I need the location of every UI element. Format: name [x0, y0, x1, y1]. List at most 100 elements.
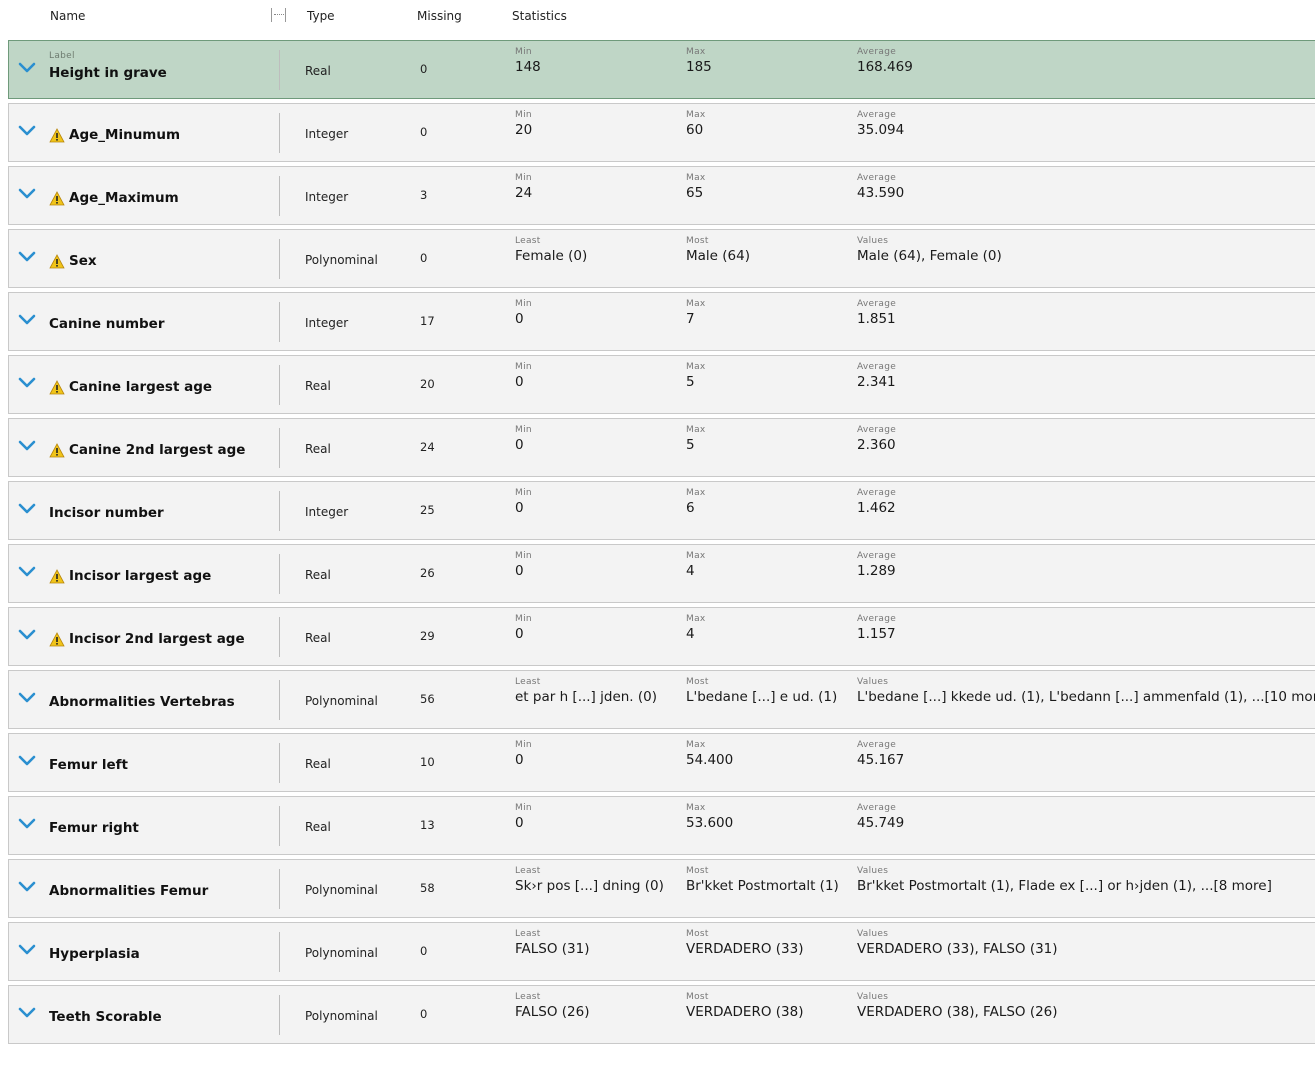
chevron-down-icon[interactable]	[18, 629, 36, 643]
divider	[279, 554, 280, 594]
chevron-down-icon[interactable]	[18, 503, 36, 517]
chevron-down-icon[interactable]	[18, 818, 36, 832]
chevron-down-icon[interactable]	[18, 881, 36, 895]
divider	[279, 743, 280, 783]
attribute-row[interactable]: Canine number Integer 17 Min 0 Max 7 Average 1.8…	[8, 292, 1315, 351]
statistic-label: Values	[857, 236, 889, 246]
attribute-type: Integer	[305, 316, 349, 330]
chevron-down-icon[interactable]	[18, 62, 36, 76]
statistic: Min 0	[515, 425, 532, 453]
attribute-row[interactable]: Incisor 2nd largest age Real 29 Min 0 Max 4 Ave…	[8, 607, 1315, 666]
missing-count: 17	[420, 314, 435, 328]
attribute-type: Real	[305, 442, 331, 456]
statistic-value: 45.167	[857, 752, 905, 768]
statistic-label: Values	[857, 929, 889, 939]
chevron-down-icon[interactable]	[18, 251, 36, 265]
statistic: Min 148	[515, 47, 541, 75]
attribute-row[interactable]: Femur left Real 10 Min 0 Max 54.400 Average 45.1…	[8, 733, 1315, 792]
statistic: Max 4	[686, 551, 706, 579]
attribute-name: Abnormalities Vertebras	[49, 694, 235, 710]
divider	[279, 617, 280, 657]
statistic-label: Max	[686, 362, 706, 372]
statistic-value: 0	[515, 500, 524, 516]
attribute-row[interactable]: Sex Polynominal 0 Least Female (0) Most Male (…	[8, 229, 1315, 288]
statistic-label: Min	[515, 551, 532, 561]
statistic: Least Sk›r pos [...] dning (0)	[515, 866, 664, 894]
statistic-value: 2.360	[857, 437, 896, 453]
attribute-row[interactable]: Age_Minumum Integer 0 Min 20 Max 60 Average 35.0…	[8, 103, 1315, 162]
missing-count: 10	[420, 755, 435, 769]
statistic: Average 1.289	[857, 551, 896, 579]
attribute-row[interactable]: Age_Maximum Integer 3 Min 24 Max 65 Average 43.5…	[8, 166, 1315, 225]
attribute-name: Canine largest age	[49, 379, 212, 395]
attribute-type: Real	[305, 568, 331, 582]
chevron-down-icon[interactable]	[18, 944, 36, 958]
statistic-value: et par h [...] jden. (0)	[515, 689, 658, 705]
attribute-row[interactable]: Canine largest age Real 20 Min 0 Max 5 Average 2…	[8, 355, 1315, 414]
column-resize-icon[interactable]	[270, 6, 288, 24]
divider	[279, 365, 280, 405]
attribute-row[interactable]: Incisor number Integer 25 Min 0 Max 6 Average 1.…	[8, 481, 1315, 540]
statistic-value: 0	[515, 437, 524, 453]
attribute-name: Femur right	[49, 820, 139, 836]
attribute-name-text: Height in grave	[49, 65, 167, 81]
chevron-down-icon[interactable]	[18, 314, 36, 328]
attribute-name-text: Abnormalities Femur	[49, 883, 209, 899]
header-type[interactable]: Type	[307, 9, 335, 23]
attribute-type: Polynominal	[305, 694, 378, 708]
chevron-down-icon[interactable]	[18, 377, 36, 391]
statistic-label: Most	[686, 236, 709, 246]
statistic-value: 185	[686, 59, 712, 75]
statistic-label: Average	[857, 299, 897, 309]
attribute-row[interactable]: Femur right Real 13 Min 0 Max 53.600 Average 45.…	[8, 796, 1315, 855]
header-missing[interactable]: Missing	[417, 9, 462, 23]
divider	[279, 869, 280, 909]
missing-count: 3	[420, 188, 428, 202]
attribute-row[interactable]: Canine 2nd largest age Real 24 Min 0 Max 5 Aver…	[8, 418, 1315, 477]
attribute-row[interactable]: Teeth Scorable Polynominal 0 Least FALSO (26…	[8, 985, 1315, 1044]
attribute-row[interactable]: Abnormalities Vertebras Polynominal 56 Leas…	[8, 670, 1315, 729]
header-statistics[interactable]: Statistics	[512, 9, 567, 23]
attribute-row[interactable]: Label Height in grave Real 0 Min 148 Max 185 Ave…	[8, 40, 1315, 99]
statistic-label: Average	[857, 740, 897, 750]
statistic: Average 2.341	[857, 362, 896, 390]
chevron-down-icon[interactable]	[18, 692, 36, 706]
statistic-value: 65	[686, 185, 704, 201]
statistic-label: Average	[857, 551, 897, 561]
statistic: Most VERDADERO (38)	[686, 992, 803, 1020]
attribute-row[interactable]: Abnormalities Femur Polynominal 58 Least Sk›…	[8, 859, 1315, 918]
warning-icon	[49, 190, 65, 206]
statistic-value: 0	[515, 374, 524, 390]
chevron-down-icon[interactable]	[18, 1007, 36, 1021]
chevron-down-icon[interactable]	[18, 125, 36, 139]
attribute-type: Polynominal	[305, 1009, 378, 1023]
attribute-row[interactable]: Incisor largest age Real 26 Min 0 Max 4 Average…	[8, 544, 1315, 603]
attribute-type: Polynominal	[305, 253, 378, 267]
statistic-label: Min	[515, 47, 532, 57]
statistic-label: Min	[515, 110, 532, 120]
attribute-name: Sex	[49, 253, 97, 269]
statistic-label: Average	[857, 173, 897, 183]
statistic-label: Max	[686, 425, 706, 435]
attribute-row[interactable]: Hyperplasia Polynominal 0 Least FALSO (31) Mo…	[8, 922, 1315, 981]
statistic-value: 1.289	[857, 563, 896, 579]
statistic: Most Male (64)	[686, 236, 750, 264]
divider	[279, 302, 280, 342]
column-header: Name Type Missing Statistics	[0, 0, 1315, 32]
statistic: Values L'bedane [...] kkede ud. (1), L'be…	[857, 677, 1315, 705]
chevron-down-icon[interactable]	[18, 188, 36, 202]
statistic: Max 6	[686, 488, 706, 516]
missing-count: 0	[420, 62, 428, 76]
statistic-value: 1.851	[857, 311, 896, 327]
statistic-label: Most	[686, 929, 709, 939]
chevron-down-icon[interactable]	[18, 566, 36, 580]
chevron-down-icon[interactable]	[18, 440, 36, 454]
attribute-name: Teeth Scorable	[49, 1009, 162, 1025]
attribute-name: Femur left	[49, 757, 128, 773]
attribute-type: Real	[305, 820, 331, 834]
chevron-down-icon[interactable]	[18, 755, 36, 769]
header-name[interactable]: Name	[50, 9, 85, 23]
statistic-value: Female (0)	[515, 248, 588, 264]
statistic-value: 24	[515, 185, 533, 201]
statistic-label: Most	[686, 677, 709, 687]
